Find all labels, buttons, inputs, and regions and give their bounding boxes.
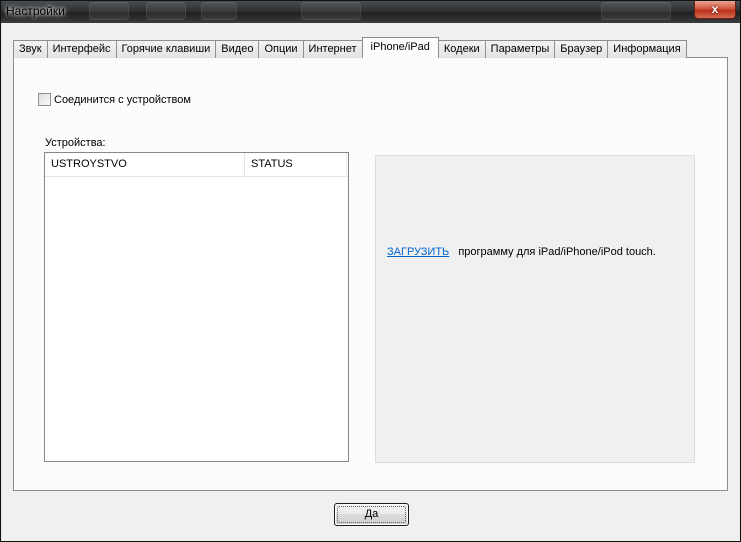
- column-header-status[interactable]: STATUS: [245, 153, 347, 176]
- tab-interface[interactable]: Интерфейс: [46, 40, 117, 58]
- window-title: Настройки: [6, 4, 65, 18]
- dialog-client: Звук Интерфейс Горячие клавиши Видео Опц…: [2, 23, 739, 541]
- background-glyph: [146, 2, 186, 20]
- device-list[interactable]: USTROYSTVO STATUS: [44, 152, 349, 462]
- tab-internet[interactable]: Интернет: [302, 40, 363, 58]
- tab-parameters[interactable]: Параметры: [484, 40, 556, 58]
- focus-rectangle: [337, 506, 406, 523]
- connect-device-checkbox[interactable]: [38, 93, 51, 106]
- device-list-header: USTROYSTVO STATUS: [45, 153, 348, 177]
- download-link[interactable]: ЗАГРУЗИТЬ: [387, 246, 449, 258]
- download-description: программу для iPad/iPhone/iPod touch.: [458, 246, 656, 258]
- close-button[interactable]: x: [694, 1, 736, 19]
- tab-video[interactable]: Видео: [215, 40, 260, 58]
- tab-hotkeys[interactable]: Горячие клавиши: [115, 40, 217, 58]
- background-glyph: [201, 2, 237, 20]
- download-info-text: ЗАГРУЗИТЬ программу для iPad/iPhone/iPod…: [387, 246, 656, 258]
- tab-codecs[interactable]: Кодеки: [437, 40, 486, 58]
- ok-button[interactable]: Да: [334, 503, 409, 526]
- background-glyph: [601, 2, 671, 20]
- tab-iphone-ipad[interactable]: iPhone/iPad: [361, 37, 439, 58]
- download-info-panel: ЗАГРУЗИТЬ программу для iPad/iPhone/iPod…: [375, 155, 695, 463]
- column-header-device[interactable]: USTROYSTVO: [45, 153, 245, 176]
- devices-label: Устройства:: [45, 137, 106, 149]
- settings-window: Настройки x Звук Интерфейс Горячие клави…: [0, 0, 741, 542]
- tab-information[interactable]: Информация: [607, 40, 687, 58]
- connect-device-option[interactable]: Соединится с устройством: [38, 93, 191, 106]
- background-glyph: [89, 2, 129, 20]
- background-glyph: [301, 2, 361, 20]
- title-bar[interactable]: Настройки x: [1, 1, 740, 23]
- tab-sound[interactable]: Звук: [13, 40, 48, 58]
- tab-browser[interactable]: Браузер: [554, 40, 609, 58]
- tab-strip: Звук Интерфейс Горячие клавиши Видео Опц…: [13, 37, 687, 58]
- connect-device-label: Соединится с устройством: [54, 93, 191, 106]
- close-icon: x: [711, 2, 719, 16]
- tab-options[interactable]: Опции: [258, 40, 304, 58]
